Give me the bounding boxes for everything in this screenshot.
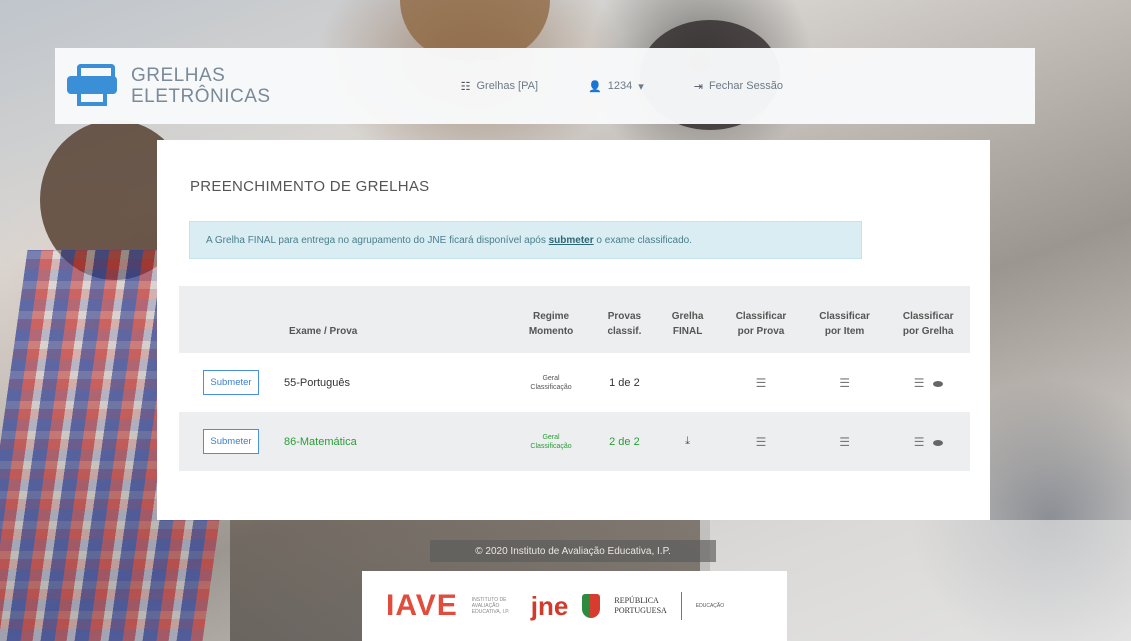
logout-label: Fechar Sessão xyxy=(708,80,783,92)
classificar-item-cell: ☰ xyxy=(803,353,887,412)
download-icon[interactable]: ⤓ xyxy=(685,435,690,447)
row-grelha-final: ⤓ xyxy=(656,412,719,471)
user-menu-label: 1234 xyxy=(607,80,633,92)
eye-icon[interactable] xyxy=(932,380,943,387)
user-menu-dropdown[interactable]: 👤 1234 ▾ xyxy=(588,80,644,93)
republica-shield-icon xyxy=(582,594,601,618)
grid-icon: ☷ xyxy=(460,80,471,93)
user-icon: 👤 xyxy=(588,80,602,93)
header-classificar-prova: Classificar por Prova xyxy=(735,311,787,337)
row-action-cell: Submeter xyxy=(179,412,283,471)
nav-grelhas-link[interactable]: ☷ Grelhas [PA] xyxy=(461,80,538,93)
page-title: PREENCHIMENTO DE GRELHAS xyxy=(190,178,430,195)
header-classificar-grelha: Classificar por Grelha xyxy=(902,311,954,337)
list-icon[interactable]: ☰ xyxy=(756,376,767,390)
row-regime: Geral Classificação xyxy=(530,374,572,391)
list-icon[interactable]: ☰ xyxy=(914,435,925,449)
classificar-item-cell: ☰ xyxy=(803,412,887,471)
table-row: Submeter 55-Português Geral Classificação… xyxy=(179,353,970,412)
copyright-text: © 2020 Instituto de Avaliação Educativa,… xyxy=(430,540,716,562)
table-row: Submeter 86-Matemática Geral Classificaçã… xyxy=(179,412,970,471)
row-provas: 2 de 2 xyxy=(609,435,640,448)
header-grelha-final: Grelha FINAL xyxy=(671,311,704,337)
alert-text-after: o exame classificado. xyxy=(596,234,693,246)
header-provas: Provas classif. xyxy=(607,311,642,337)
list-icon[interactable]: ☰ xyxy=(914,376,925,390)
header-regime: Regime Momento xyxy=(528,311,574,337)
classificar-prova-cell: ☰ xyxy=(719,353,803,412)
row-action-cell: Submeter xyxy=(179,353,283,412)
brand-line-2: ELETRÔNICAS xyxy=(131,86,271,107)
alert-text-before: A Grelha FINAL para entrega no agrupamen… xyxy=(206,234,546,246)
nav-links: ☷ Grelhas [PA] 👤 1234 ▾ ⇥ Fechar Sessão xyxy=(461,80,783,93)
eye-icon[interactable] xyxy=(932,439,943,446)
row-grelha-final xyxy=(656,353,719,412)
header-classificar-item: Classificar por Item xyxy=(819,311,870,337)
main-card: PREENCHIMENTO DE GRELHAS A Grelha FINAL … xyxy=(157,140,990,520)
educacao-label: EDUCAÇÃO xyxy=(695,603,725,609)
row-exame: 55-Português xyxy=(283,376,351,389)
info-alert: A Grelha FINAL para entrega no agrupamen… xyxy=(189,221,862,259)
submeter-button[interactable]: Submeter xyxy=(203,370,259,395)
brand-name: GRELHAS ELETRÔNICAS xyxy=(131,65,271,107)
alert-submeter-link[interactable]: submeter xyxy=(549,235,594,246)
iave-subtitle: INSTITUTO DE AVALIAÇÃO EDUCATIVA, I.P. xyxy=(471,597,510,615)
iave-logo: IAVE xyxy=(386,589,458,622)
top-navbar: GRELHAS ELETRÔNICAS ☷ Grelhas [PA] 👤 123… xyxy=(55,48,1035,124)
submeter-button[interactable]: Submeter xyxy=(203,429,259,454)
logout-link[interactable]: ⇥ Fechar Sessão xyxy=(694,80,783,93)
jne-logo: jne xyxy=(530,590,569,621)
republica-logo-text: REPÚBLICA PORTUGUESA xyxy=(614,596,667,615)
logout-icon: ⇥ xyxy=(693,80,703,93)
partner-logos: IAVE INSTITUTO DE AVALIAÇÃO EDUCATIVA, I… xyxy=(362,571,787,641)
list-icon[interactable]: ☰ xyxy=(839,435,850,449)
row-provas: 1 de 2 xyxy=(609,376,640,389)
header-exame: Exame / Prova xyxy=(288,326,358,337)
brand-logo[interactable]: GRELHAS ELETRÔNICAS xyxy=(67,64,271,108)
list-icon[interactable]: ☰ xyxy=(839,376,850,390)
caret-down-icon: ▾ xyxy=(638,80,644,93)
printer-icon xyxy=(67,64,117,108)
table-header-row: Exame / Prova Regime Momento Provas classi… xyxy=(179,286,970,353)
header-action xyxy=(179,286,283,353)
nav-grelhas-label: Grelhas [PA] xyxy=(476,80,539,92)
classificar-grelha-cell: ☰ xyxy=(886,353,970,412)
classificar-grelha-cell: ☰ xyxy=(886,412,970,471)
logo-divider xyxy=(680,592,682,620)
row-exame: 86-Matemática xyxy=(283,435,357,448)
list-icon[interactable]: ☰ xyxy=(756,435,767,449)
classificar-prova-cell: ☰ xyxy=(719,412,803,471)
grelhas-table: Exame / Prova Regime Momento Provas classi… xyxy=(179,286,970,471)
row-regime: Geral Classificação xyxy=(530,433,572,450)
brand-line-1: GRELHAS xyxy=(131,65,226,86)
